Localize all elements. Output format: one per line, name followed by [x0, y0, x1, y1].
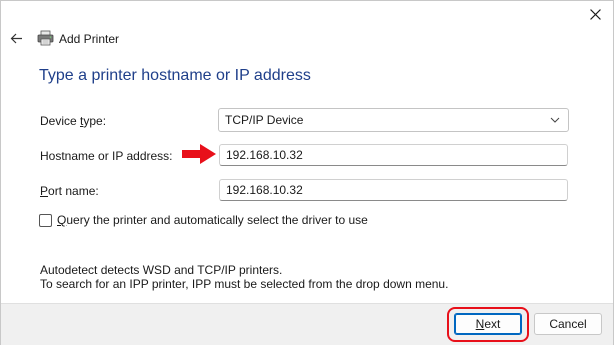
next-button[interactable]: Next — [454, 313, 522, 335]
port-name-label: Port name: — [40, 184, 99, 198]
red-arrow-annotation — [182, 144, 216, 164]
page-heading: Type a printer hostname or IP address — [39, 67, 311, 84]
device-type-label: Device type: — [40, 114, 107, 128]
chevron-down-icon — [550, 117, 560, 123]
add-printer-window: Add Printer Type a printer hostname or I… — [0, 0, 614, 345]
hostname-label: Hostname or IP address: — [40, 149, 173, 163]
query-printer-checkbox-row[interactable]: Query the printer and automatically sele… — [39, 213, 368, 227]
back-arrow-icon — [10, 33, 22, 43]
close-icon — [589, 8, 601, 20]
device-type-value: TCP/IP Device — [225, 113, 304, 127]
close-button[interactable] — [577, 1, 613, 27]
cancel-button[interactable]: Cancel — [534, 313, 602, 335]
window-title: Add Printer — [59, 32, 120, 46]
hostname-input[interactable] — [219, 144, 568, 166]
info-line-1: Autodetect detects WSD and TCP/IP printe… — [40, 263, 283, 277]
query-printer-checkbox[interactable] — [39, 213, 52, 227]
port-name-input[interactable] — [219, 179, 568, 201]
back-button[interactable] — [7, 29, 25, 47]
info-line-2: To search for an IPP printer, IPP must b… — [40, 277, 449, 291]
printer-icon — [37, 30, 54, 46]
device-type-select[interactable]: TCP/IP Device — [218, 108, 569, 132]
query-printer-label: Query the printer and automatically sele… — [57, 213, 368, 227]
